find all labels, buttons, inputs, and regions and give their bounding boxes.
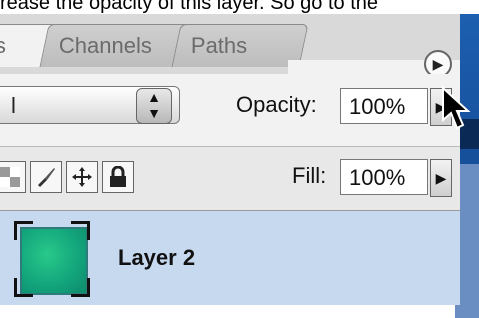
lock-pixels-button[interactable] [30, 161, 62, 193]
selection-corner [14, 221, 33, 240]
tutorial-caption: rease the opacity of this layer. So go t… [0, 0, 379, 14]
stepper-icon: ▲ ▼ [147, 89, 161, 121]
arrow-right-icon: ▶ [435, 170, 447, 186]
tab-paths-label: Paths [190, 33, 248, 58]
lock-position-button[interactable] [66, 161, 98, 193]
move-icon [72, 167, 92, 187]
lock-transparency-icon [0, 167, 20, 187]
layer-row[interactable]: Layer 2 [0, 210, 460, 305]
fill-label: Fill: [292, 163, 327, 188]
lock-icon [110, 166, 126, 187]
fill-input[interactable]: 100% [340, 159, 428, 195]
lock-transparency-button[interactable] [0, 161, 26, 193]
opacity-label: Opacity: [236, 92, 317, 117]
selection-corner [71, 278, 90, 297]
brush-icon [38, 168, 55, 187]
layers-panel: s Channels Paths ▶ l ▲▼ Opacity: 100% ▶ [0, 14, 460, 305]
blend-mode-stepper[interactable]: ▲ ▼ [136, 88, 172, 124]
layer-thumbnail-frame[interactable] [14, 221, 90, 297]
tab-layers-label: s [0, 33, 6, 58]
panel-menu-icon: ▶ [432, 56, 444, 72]
tab-channels-label: Channels [58, 33, 152, 58]
cursor-icon [442, 86, 471, 130]
lock-fill-row: Fill: 100% ▶ [0, 146, 460, 211]
blend-mode-value: l [11, 93, 16, 118]
lock-all-button[interactable] [102, 161, 134, 193]
blend-opacity-row: l ▲ ▼ Opacity: 100% ▶ [0, 74, 460, 146]
selection-corner [14, 278, 33, 297]
panel-tab-bar: s Channels Paths ▶ [0, 14, 460, 78]
selection-corner [71, 221, 90, 240]
opacity-input[interactable]: 100% [340, 88, 428, 124]
layer-name[interactable]: Layer 2 [118, 245, 195, 271]
fill-slider-button[interactable]: ▶ [430, 159, 452, 197]
